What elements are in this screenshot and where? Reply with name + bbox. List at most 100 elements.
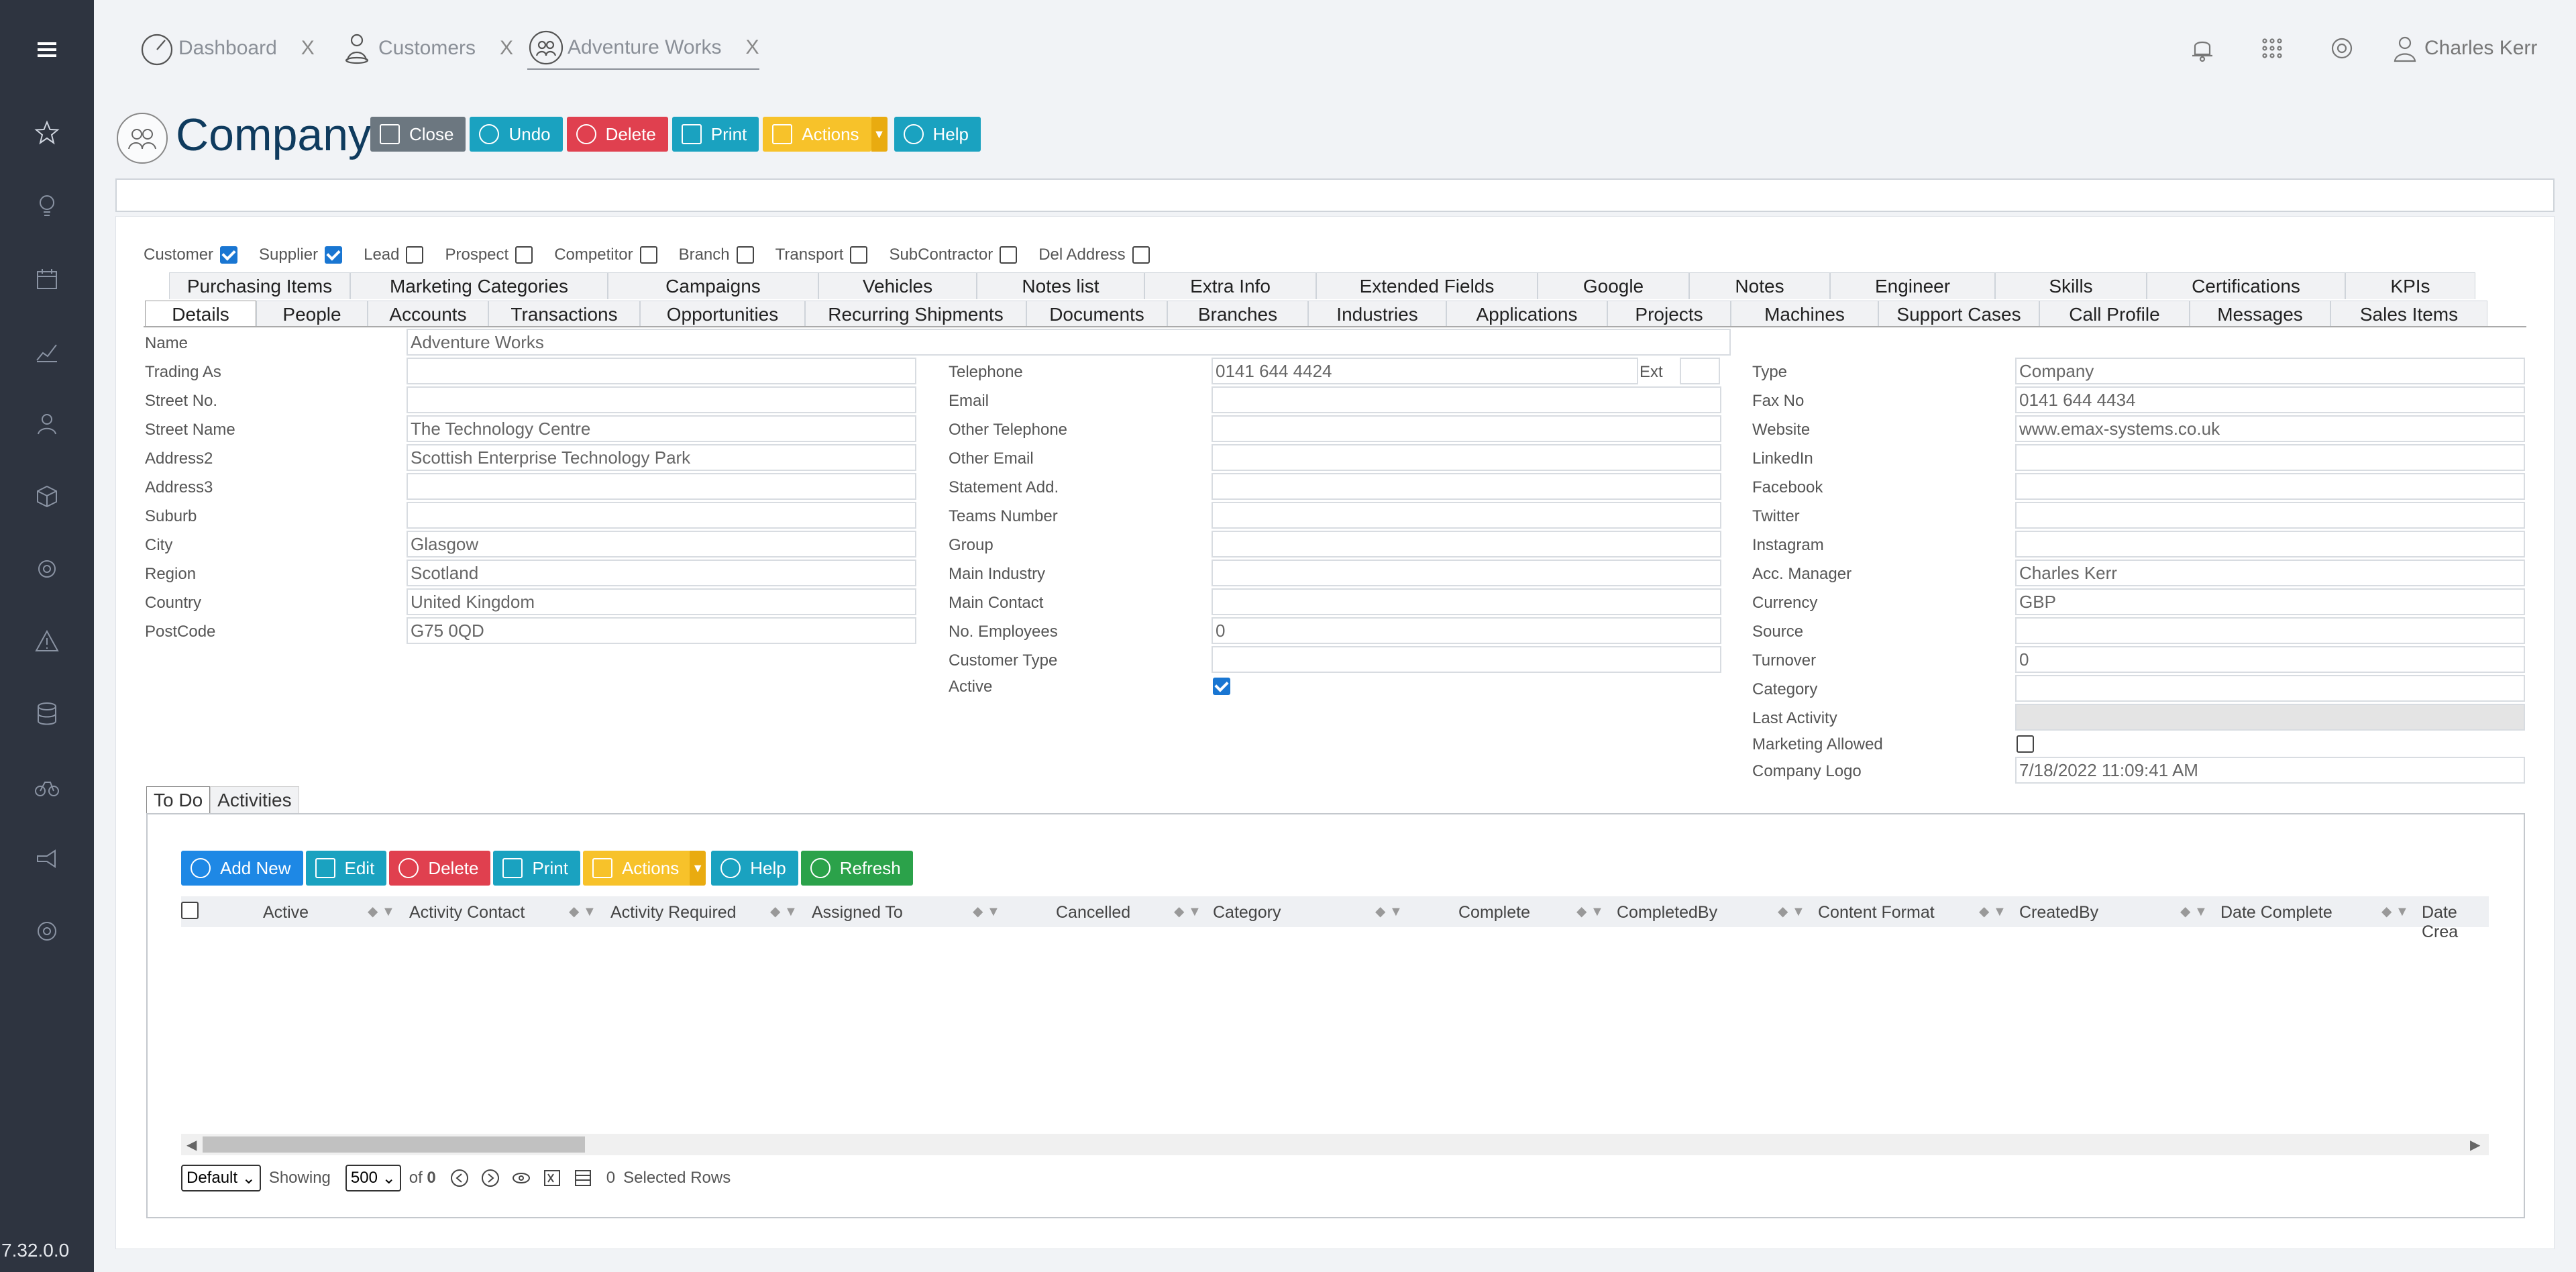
- edit-button[interactable]: Edit: [305, 851, 387, 886]
- tab-notes[interactable]: Notes: [1689, 272, 1830, 299]
- col-active[interactable]: Active: [263, 903, 309, 922]
- col-date-complete[interactable]: Date Complete: [2220, 903, 2332, 922]
- tab-campaigns[interactable]: Campaigns: [608, 272, 818, 299]
- email-input[interactable]: [1212, 386, 1721, 413]
- eye-icon[interactable]: [511, 1168, 531, 1188]
- acc-manager-input[interactable]: Charles Kerr: [2015, 560, 2525, 586]
- tab-marketing-categories[interactable]: Marketing Categories: [350, 272, 608, 299]
- help-button[interactable]: Help: [894, 117, 981, 152]
- active-checkbox[interactable]: [1213, 678, 1230, 695]
- scroll-right-icon[interactable]: ▶: [2470, 1136, 2480, 1153]
- apps-grid-icon[interactable]: [2257, 30, 2288, 67]
- megaphone-icon[interactable]: [30, 841, 64, 876]
- tab-recurring-shipments[interactable]: Recurring Shipments: [805, 301, 1026, 327]
- delete-button[interactable]: Delete: [566, 117, 668, 152]
- bicycle-icon[interactable]: [30, 769, 64, 804]
- tab-kpis[interactable]: KPIs: [2345, 272, 2475, 299]
- close-button[interactable]: Close: [370, 117, 466, 152]
- main-industry-input[interactable]: [1212, 560, 1721, 586]
- tab-industries[interactable]: Industries: [1308, 301, 1446, 327]
- tab-close-icon[interactable]: X: [500, 37, 513, 60]
- page-size-select[interactable]: 500 ⌄: [345, 1165, 401, 1191]
- column-sort-filter-icon[interactable]: ◆ ▼: [1174, 903, 1201, 920]
- tab-dashboard[interactable]: Dashboard X: [138, 27, 315, 70]
- add-new-button[interactable]: Add New: [181, 851, 303, 886]
- tab-messages[interactable]: Messages: [2190, 301, 2330, 327]
- box-icon[interactable]: [30, 479, 64, 514]
- col-content-format[interactable]: Content Format: [1818, 903, 1935, 922]
- column-sort-filter-icon[interactable]: ◆ ▼: [1576, 903, 1604, 920]
- tab-branches[interactable]: Branches: [1167, 301, 1308, 327]
- column-sort-filter-icon[interactable]: ◆ ▼: [368, 903, 395, 920]
- filter-bar[interactable]: [115, 178, 2555, 212]
- flag-del-address[interactable]: Del Address: [1038, 246, 1150, 264]
- customer-icon[interactable]: [30, 407, 64, 441]
- subtab-to-do[interactable]: To Do: [146, 786, 211, 813]
- checkbox[interactable]: [1132, 246, 1150, 264]
- col-complete[interactable]: Complete: [1458, 903, 1530, 922]
- tab-projects[interactable]: Projects: [1607, 301, 1731, 327]
- column-sort-filter-icon[interactable]: ◆ ▼: [1778, 903, 1805, 920]
- tab-customers[interactable]: Customers X: [338, 27, 513, 70]
- bell-icon[interactable]: [2187, 30, 2218, 67]
- checkbox[interactable]: [515, 246, 533, 264]
- grid-print-button[interactable]: Print: [493, 851, 580, 886]
- settings-cog-icon[interactable]: [30, 551, 64, 586]
- next-page-icon[interactable]: [480, 1168, 500, 1188]
- tab-documents[interactable]: Documents: [1026, 301, 1167, 327]
- tab-purchasing-items[interactable]: Purchasing Items: [169, 272, 350, 299]
- refresh-button[interactable]: Refresh: [800, 851, 913, 886]
- tab-extended-fields[interactable]: Extended Fields: [1316, 272, 1538, 299]
- currency-input[interactable]: GBP: [2015, 588, 2525, 615]
- column-sort-filter-icon[interactable]: ◆ ▼: [569, 903, 596, 920]
- tab-certifications[interactable]: Certifications: [2147, 272, 2345, 299]
- postcode-input[interactable]: G75 0QD: [407, 617, 916, 644]
- tab-engineer[interactable]: Engineer: [1830, 272, 1995, 299]
- twitter-input[interactable]: [2015, 502, 2525, 529]
- columns-icon[interactable]: [573, 1168, 593, 1188]
- ext-input[interactable]: [1680, 358, 1720, 384]
- marketing-allowed-checkbox[interactable]: [2017, 735, 2034, 753]
- chart-icon[interactable]: [30, 334, 64, 369]
- col-activity-required[interactable]: Activity Required: [610, 903, 737, 922]
- website-input[interactable]: www.emax-systems.co.uk: [2015, 415, 2525, 442]
- excel-icon[interactable]: [542, 1168, 562, 1188]
- tab-applications[interactable]: Applications: [1446, 301, 1607, 327]
- col-date-created[interactable]: Date Crea: [2422, 903, 2489, 942]
- main-contact-input[interactable]: [1212, 588, 1721, 615]
- tab-details[interactable]: Details: [145, 301, 256, 327]
- actions-dropdown-caret[interactable]: ▼: [871, 117, 888, 152]
- checkbox[interactable]: [639, 246, 657, 264]
- grid-actions-caret[interactable]: ▼: [690, 851, 706, 886]
- street-name-input[interactable]: The Technology Centre: [407, 415, 916, 442]
- col-category[interactable]: Category: [1213, 903, 1281, 922]
- column-sort-filter-icon[interactable]: ◆ ▼: [2180, 903, 2208, 920]
- grid-actions-button[interactable]: Actions: [582, 851, 692, 886]
- linkedin-input[interactable]: [2015, 444, 2525, 471]
- prev-page-icon[interactable]: [449, 1168, 470, 1188]
- fax-input[interactable]: 0141 644 4434: [2015, 386, 2525, 413]
- scroll-thumb[interactable]: [203, 1136, 585, 1153]
- column-sort-filter-icon[interactable]: ◆ ▼: [1979, 903, 2006, 920]
- tab-accounts[interactable]: Accounts: [368, 301, 488, 327]
- city-input[interactable]: Glasgow: [407, 531, 916, 558]
- other-email-input[interactable]: [1212, 444, 1721, 471]
- checkbox[interactable]: [736, 246, 754, 264]
- horizontal-scrollbar[interactable]: ◀ ▶: [181, 1134, 2489, 1155]
- flag-subcontractor[interactable]: SubContractor: [889, 246, 1018, 264]
- checkbox[interactable]: [325, 246, 343, 264]
- grid-help-button[interactable]: Help: [711, 851, 798, 886]
- tab-sales-items[interactable]: Sales Items: [2330, 301, 2487, 327]
- telephone-input[interactable]: 0141 644 4424: [1212, 358, 1638, 384]
- column-sort-filter-icon[interactable]: ◆ ▼: [973, 903, 1000, 920]
- col-assigned-to[interactable]: Assigned To: [812, 903, 903, 922]
- tab-vehicles[interactable]: Vehicles: [818, 272, 977, 299]
- company-logo-input[interactable]: 7/18/2022 11:09:41 AM: [2015, 757, 2525, 784]
- user-menu[interactable]: Charles Kerr: [2390, 30, 2537, 67]
- tab-skills[interactable]: Skills: [1995, 272, 2147, 299]
- turnover-input[interactable]: 0: [2015, 646, 2525, 673]
- tab-close-icon[interactable]: X: [301, 37, 315, 60]
- suburb-input[interactable]: [407, 502, 916, 529]
- address3-input[interactable]: [407, 473, 916, 500]
- instagram-input[interactable]: [2015, 531, 2525, 558]
